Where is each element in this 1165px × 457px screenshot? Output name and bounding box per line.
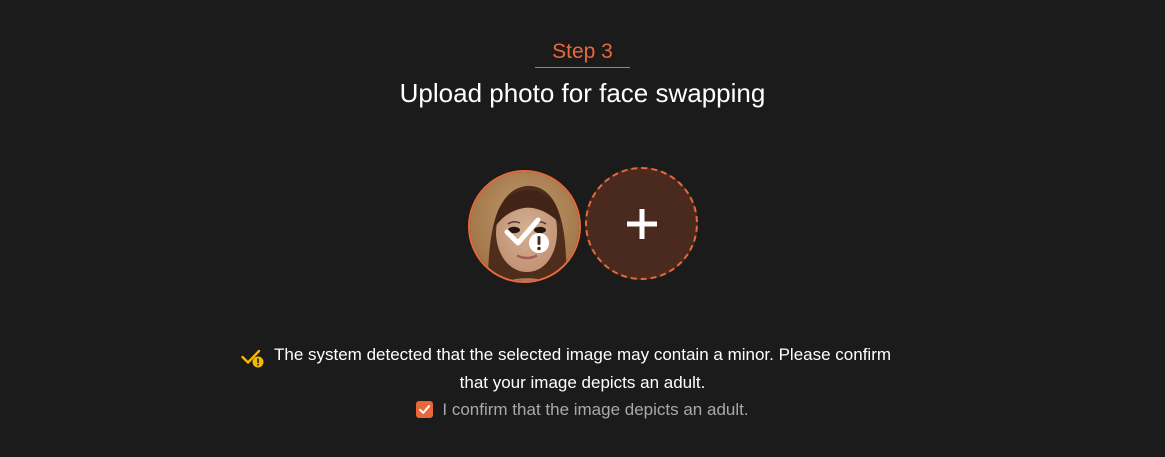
step-header: Step 3 Upload photo for face swapping (0, 38, 1165, 110)
plus-icon (627, 209, 657, 239)
notice-line-1: The system detected that the selected im… (273, 345, 892, 364)
selected-photo-thumbnail[interactable] (468, 170, 581, 283)
adult-confirmation-label[interactable]: I confirm that the image depicts an adul… (442, 400, 748, 419)
minor-detection-notice: The system detected that the selected im… (0, 341, 1165, 397)
notice-line-2: that your image depicts an adult. (459, 373, 706, 392)
check-warning-icon (504, 217, 549, 253)
photo-slots (468, 167, 700, 283)
checkmark-icon (419, 405, 431, 414)
add-photo-button[interactable] (585, 167, 698, 280)
check-warning-icon (241, 349, 264, 368)
adult-confirmation-checkbox[interactable] (416, 401, 434, 418)
step-label: Step 3 (535, 38, 630, 68)
adult-confirmation: I confirm that the image depicts an adul… (0, 397, 1165, 423)
page-title: Upload photo for face swapping (399, 78, 766, 108)
